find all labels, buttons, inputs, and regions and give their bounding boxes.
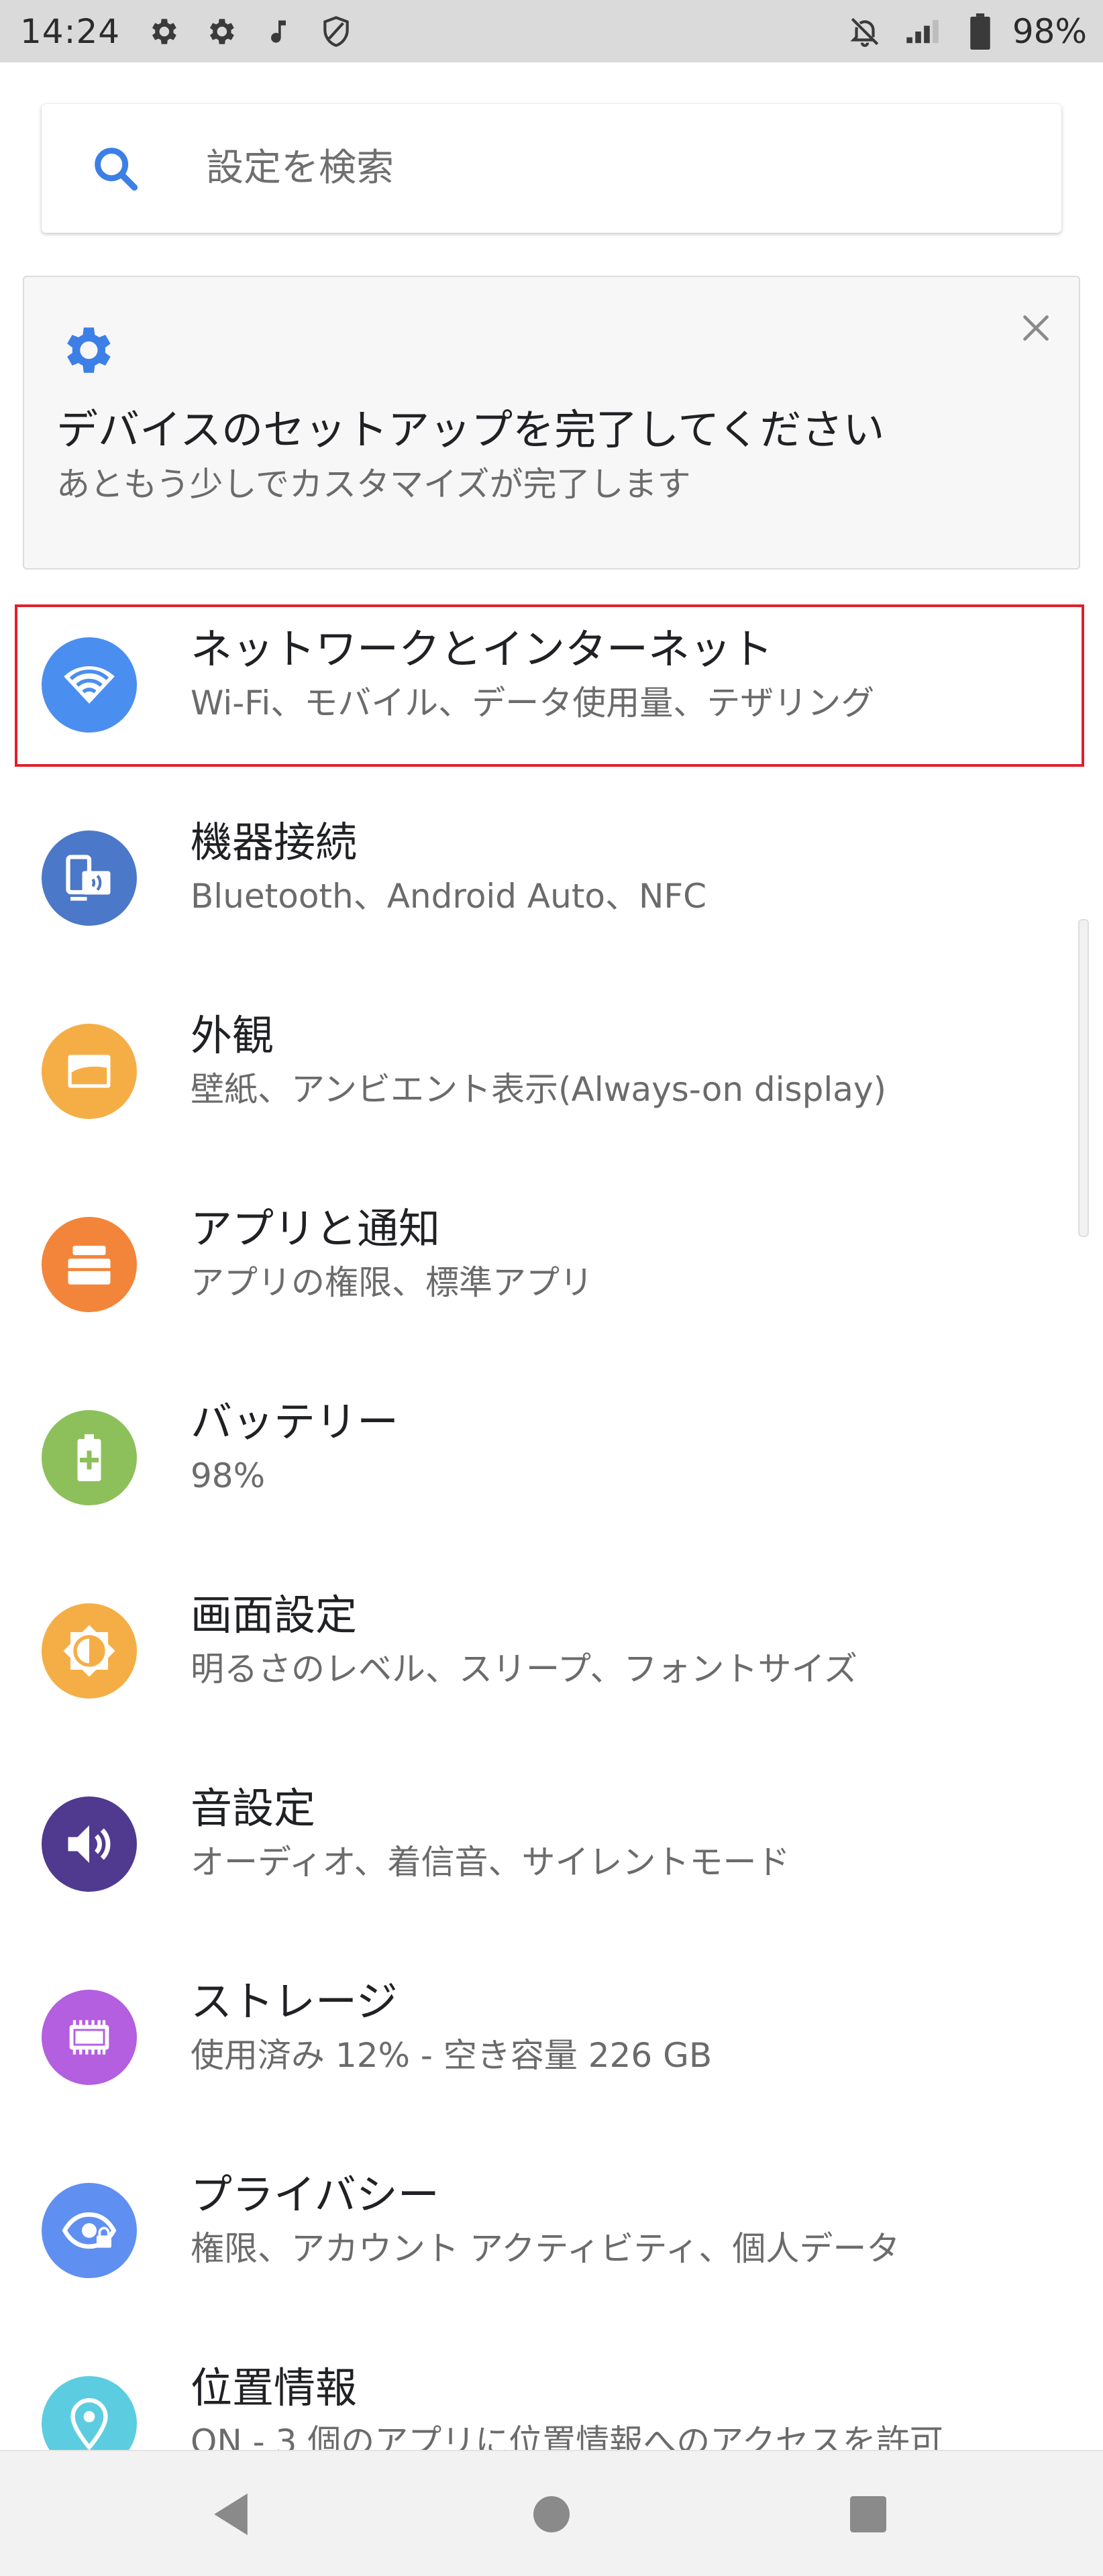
recents-icon[interactable]: [837, 2483, 899, 2545]
setup-card-title: デバイスのセットアップを完了してください: [56, 405, 885, 454]
gear-icon: [56, 320, 117, 380]
battery-icon: [961, 13, 999, 50]
scrollbar[interactable]: [1078, 919, 1089, 1237]
settings-item-title: 機器接続: [191, 818, 358, 867]
gear-icon: [144, 13, 182, 50]
gear-icon: [202, 13, 240, 50]
battery-plus-icon: [42, 1410, 137, 1505]
notifications-off-icon: [846, 13, 884, 50]
settings-item-title: 音設定: [191, 1784, 316, 1833]
settings-item-subtitle: 98%: [191, 1456, 266, 1495]
settings-item-subtitle: オーディオ、着信音、サイレントモード: [191, 1843, 790, 1882]
search-bar[interactable]: 設定を検索: [42, 104, 1061, 233]
navigation-bar: [0, 2450, 1103, 2576]
search-placeholder: 設定を検索: [206, 146, 394, 190]
settings-item-title: 位置情報: [191, 2363, 358, 2412]
privacy-eye-icon: [42, 2183, 137, 2278]
settings-item-title: アプリと通知: [191, 1204, 441, 1253]
settings-item-title: 画面設定: [191, 1591, 358, 1640]
settings-item-subtitle: 壁紙、アンビエント表示(Always-on display): [191, 1070, 886, 1109]
shield-icon: [317, 13, 355, 50]
connected-devices-icon: [42, 830, 137, 926]
settings-item-subtitle: アプリの権限、標準アプリ: [191, 1263, 593, 1302]
settings-item-subtitle: 明るさのレベル、スリープ、フォントサイズ: [191, 1650, 857, 1688]
settings-item-storage[interactable]: ストレージ 使用済み 12% - 空き容量 226 GB: [0, 1943, 1103, 2136]
settings-item-title: ネットワークとインターネット: [191, 625, 774, 674]
settings-item-subtitle: Bluetooth、Android Auto、NFC: [191, 877, 707, 916]
storage-chip-icon: [42, 1990, 137, 2085]
settings-item-network[interactable]: ネットワークとインターネット Wi-Fi、モバイル、データ使用量、テザリング: [0, 590, 1103, 784]
settings-item-battery[interactable]: バッテリー 98%: [0, 1363, 1103, 1556]
volume-icon: [42, 1796, 137, 1892]
settings-item-sound[interactable]: 音設定 オーディオ、着信音、サイレントモード: [0, 1750, 1103, 1943]
settings-item-subtitle: 権限、アカウント アクティビティ、個人データ: [191, 2229, 900, 2268]
settings-item-display[interactable]: 画面設定 明るさのレベル、スリープ、フォントサイズ: [0, 1556, 1103, 1750]
settings-item-apps[interactable]: アプリと通知 アプリの権限、標準アプリ: [0, 1170, 1103, 1363]
setup-card-subtitle: あともう少しでカスタマイズが完了します: [56, 465, 691, 504]
setup-suggestion-card[interactable]: デバイスのセットアップを完了してください あともう少しでカスタマイズが完了します: [23, 276, 1080, 570]
back-icon[interactable]: [200, 2483, 262, 2545]
music-note-icon: [260, 13, 297, 50]
settings-item-title: 外観: [191, 1011, 274, 1060]
apps-icon: [42, 1217, 137, 1312]
battery-percent: 98%: [1012, 11, 1087, 51]
signal-icon: [904, 13, 941, 50]
wallpaper-icon: [42, 1024, 137, 1119]
settings-item-subtitle: 使用済み 12% - 空き容量 226 GB: [191, 2036, 713, 2075]
settings-item-title: ストレージ: [191, 1977, 398, 2026]
settings-item-title: プライバシー: [191, 2170, 439, 2219]
close-icon[interactable]: [1009, 301, 1063, 355]
settings-item-connected-devices[interactable]: 機器接続 Bluetooth、Android Auto、NFC: [0, 784, 1103, 977]
settings-item-appearance[interactable]: 外観 壁紙、アンビエント表示(Always-on display): [0, 977, 1103, 1170]
settings-item-subtitle: Wi-Fi、モバイル、データ使用量、テザリング: [191, 684, 875, 722]
settings-item-privacy[interactable]: プライバシー 権限、アカウント アクティビティ、個人データ: [0, 2136, 1103, 2329]
wifi-icon: [42, 637, 137, 733]
brightness-icon: [42, 1603, 137, 1699]
status-bar: 14:24 98%: [0, 0, 1103, 62]
search-icon: [89, 142, 144, 197]
home-icon[interactable]: [521, 2483, 582, 2545]
status-time: 14:24: [20, 11, 121, 51]
settings-item-title: バッテリー: [191, 1397, 399, 1446]
